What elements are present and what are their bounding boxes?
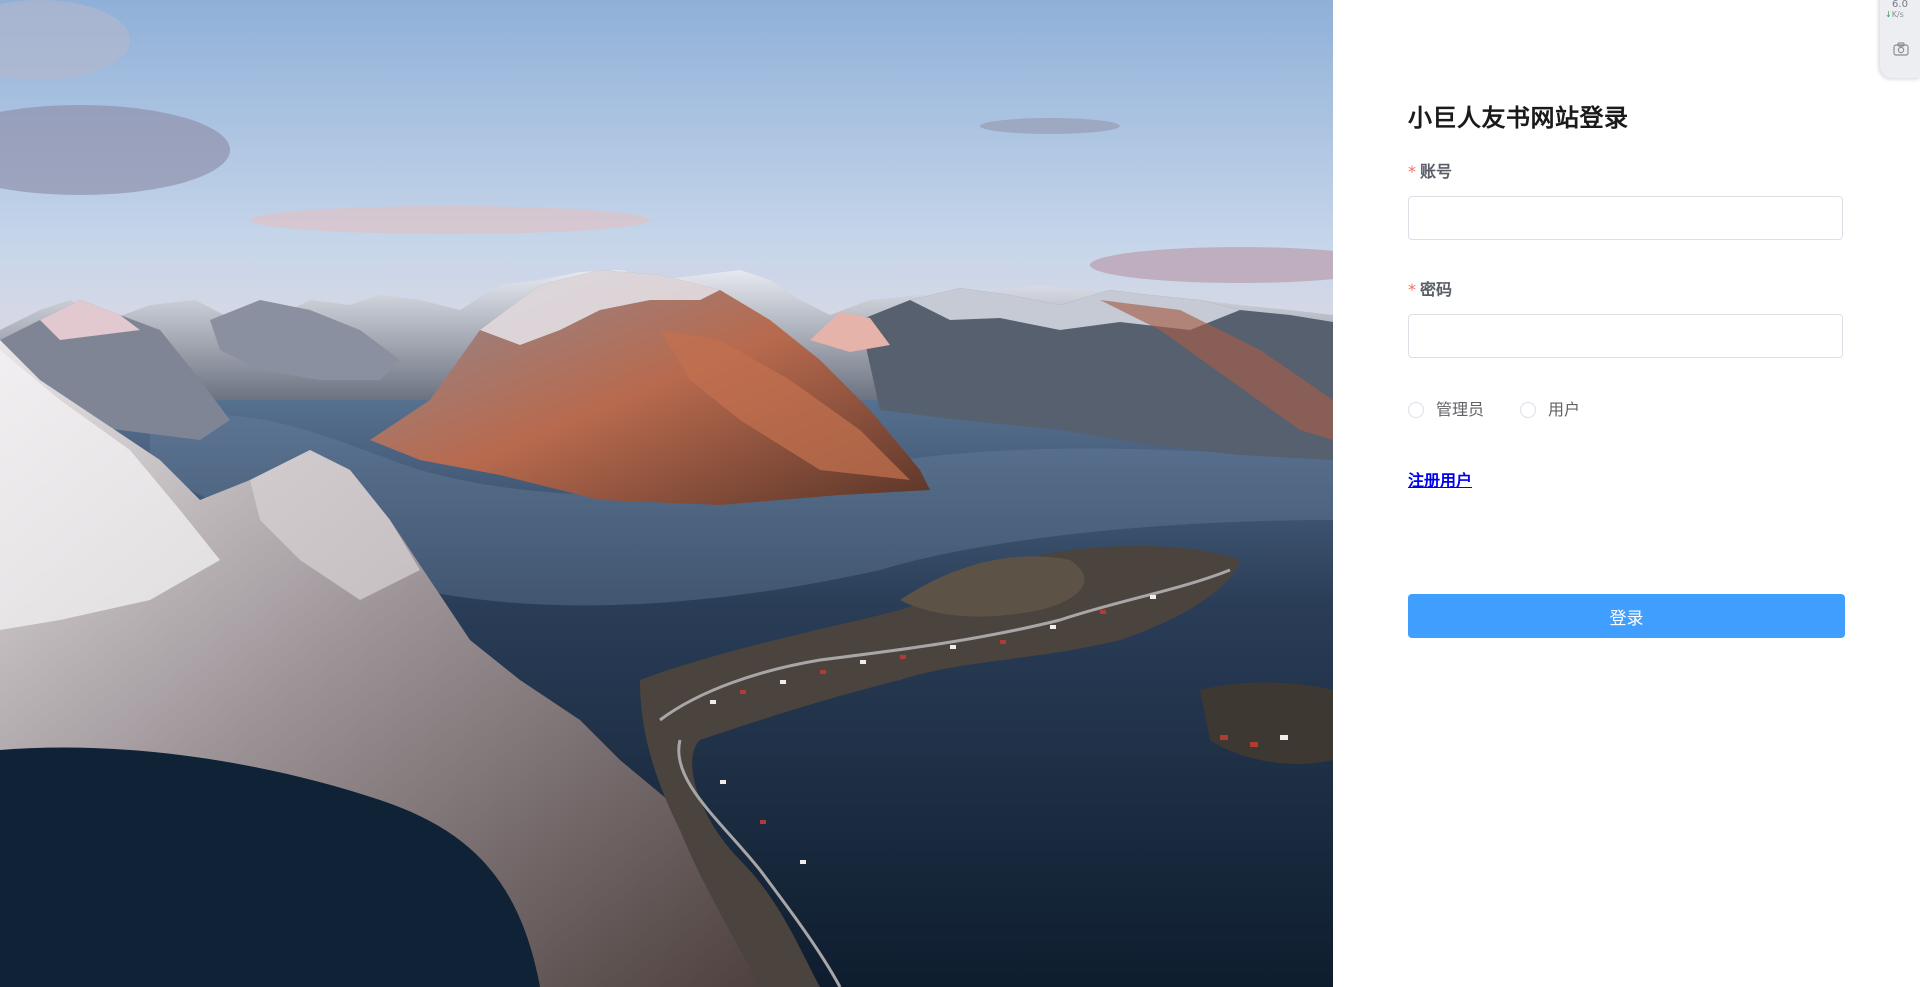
background-landscape-image	[0, 0, 1333, 987]
role-label-user: 用户	[1548, 400, 1581, 419]
password-input[interactable]	[1408, 314, 1843, 358]
download-arrow-icon: ↓	[1885, 10, 1892, 19]
landscape-illustration	[0, 0, 1333, 987]
account-label: * 账号	[1408, 160, 1452, 184]
radio-button-user[interactable]	[1520, 402, 1537, 418]
role-option-user[interactable]: 用户	[1520, 398, 1580, 422]
required-mark: *	[1408, 162, 1416, 181]
login-panel: 小巨人友书网站登录 * 账号 * 密码 管理员 用户 注册用户 登录	[1333, 0, 1920, 987]
login-title: 小巨人友书网站登录	[1408, 104, 1629, 132]
network-speed-value: 6.0	[1892, 0, 1908, 10]
required-mark: *	[1408, 280, 1416, 299]
radio-button-admin[interactable]	[1408, 402, 1424, 418]
login-page: 小巨人友书网站登录 * 账号 * 密码 管理员 用户 注册用户 登录 6.0 ↓K/…	[0, 0, 1920, 987]
role-option-admin[interactable]: 管理员	[1408, 398, 1484, 422]
login-button[interactable]: 登录	[1408, 594, 1845, 638]
network-speed-unit: K/s	[1891, 10, 1904, 19]
account-label-text: 账号	[1420, 162, 1453, 181]
account-input[interactable]	[1408, 196, 1843, 240]
camera-icon[interactable]	[1893, 42, 1909, 56]
register-user-link[interactable]: 注册用户	[1408, 469, 1472, 493]
role-radio-group: 管理员 用户	[1408, 398, 1616, 422]
password-label: * 密码	[1408, 278, 1452, 302]
role-label-admin: 管理员	[1436, 400, 1485, 419]
network-speed-widget[interactable]: 6.0 ↓K/s	[1880, 0, 1920, 78]
network-speed-unit-row: ↓K/s	[1885, 10, 1904, 19]
password-label-text: 密码	[1420, 280, 1453, 299]
